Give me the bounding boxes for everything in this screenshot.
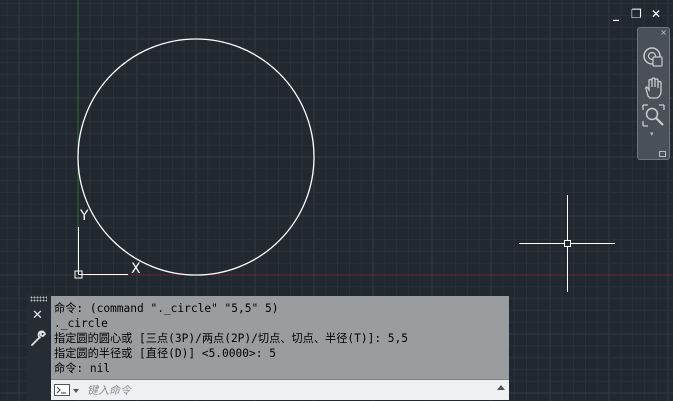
command-input[interactable] — [87, 382, 487, 398]
command-window-sidebar: ✕ — [27, 294, 50, 401]
navigation-bar: × ▾ — [637, 27, 670, 160]
history-line: 指定圆的半径或 [直径(D)] <5.0000>: 5 — [54, 347, 276, 360]
history-line: 命令: nil — [54, 362, 111, 375]
zoom-dropdown-arrow-icon[interactable]: ▾ — [650, 130, 654, 138]
command-line — [51, 379, 509, 400]
zoom-extents-icon[interactable] — [641, 103, 666, 128]
ucs-icon: Y X — [74, 208, 141, 279]
grip-icon[interactable] — [30, 296, 47, 302]
navbar-close-icon[interactable]: × — [660, 28, 667, 37]
history-line: 指定圆的圆心或 [三点(3P)/两点(2P)/切点、切点、半径(T)]: 5,5 — [54, 332, 409, 345]
navbar-menu-icon[interactable] — [659, 151, 666, 157]
command-history: 命令: (command "._circle" "5,5" 5) ._circl… — [51, 296, 509, 379]
command-close-icon[interactable]: ✕ — [32, 309, 43, 323]
history-line: 命令: (command "._circle" "5,5" 5) — [54, 302, 279, 315]
steering-wheel-icon[interactable] — [641, 45, 666, 70]
wrench-icon[interactable] — [30, 330, 47, 347]
ucs-y-label: Y — [79, 208, 89, 224]
restore-button[interactable]: ❐ — [631, 7, 642, 21]
minimize-button[interactable]: _ — [613, 7, 619, 21]
pan-hand-icon[interactable] — [641, 76, 666, 101]
ucs-x-label: X — [131, 261, 141, 277]
command-prompt-icon[interactable] — [54, 384, 82, 397]
history-line: ._circle — [54, 317, 108, 330]
recent-commands-arrow-icon[interactable] — [497, 385, 505, 390]
close-button[interactable]: ✕ — [651, 7, 661, 21]
crosshair-cursor — [519, 195, 615, 292]
